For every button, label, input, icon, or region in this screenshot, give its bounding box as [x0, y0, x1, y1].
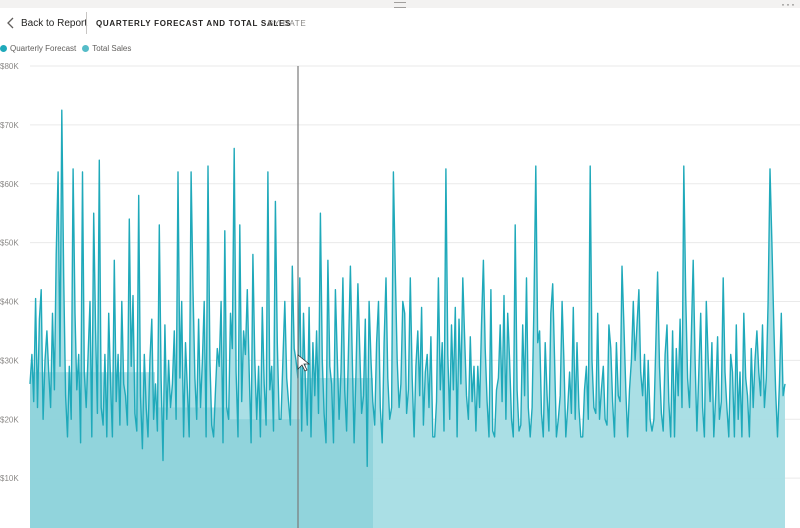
y-tick-label: $80K — [0, 62, 19, 71]
y-tick-label: $20K — [0, 415, 19, 424]
y-tick-label: $30K — [0, 356, 19, 365]
y-tick-label: $60K — [0, 180, 19, 189]
y-tick-label: $40K — [0, 298, 19, 307]
y-tick-label: $50K — [0, 239, 19, 248]
forecast-band — [230, 419, 300, 528]
y-tick-label: $70K — [0, 121, 19, 130]
forecast-band — [155, 407, 230, 528]
y-tick-label: $10K — [0, 474, 19, 483]
area-chart[interactable]: $10K $20K $30K $40K $50K $60K $70K $80K — [0, 0, 800, 528]
